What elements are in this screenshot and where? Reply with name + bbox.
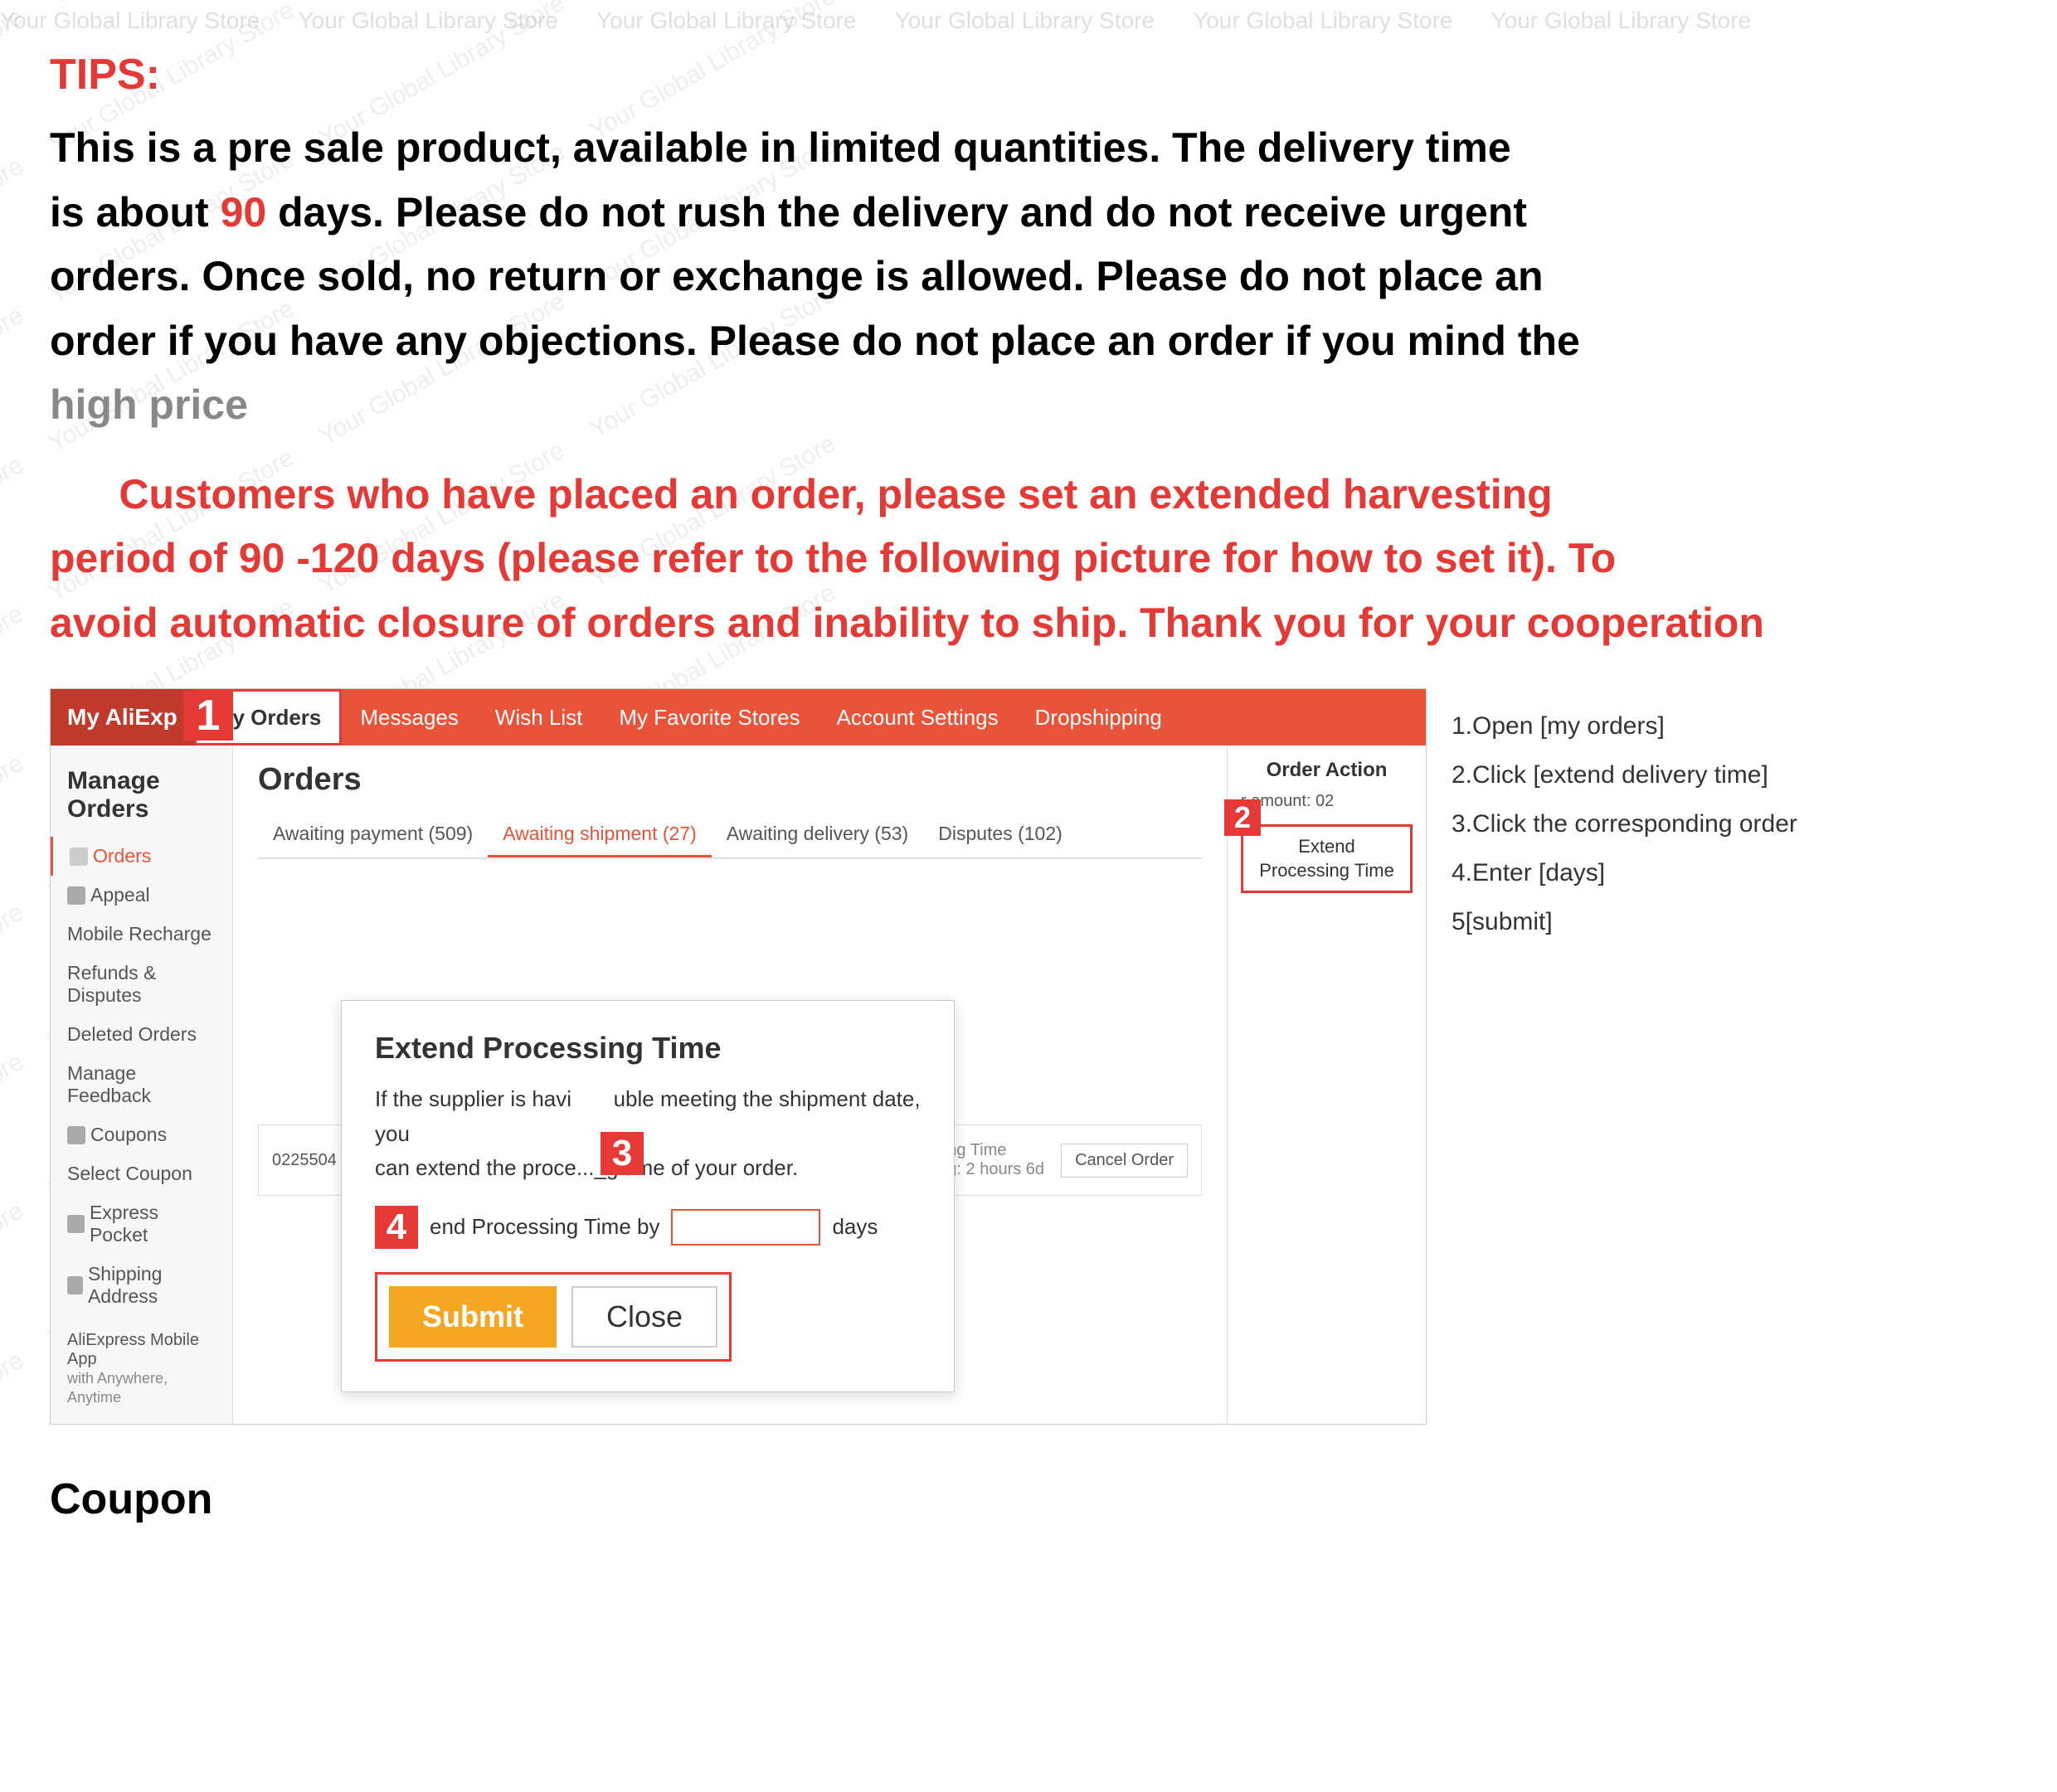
instructions-panel: 1.Open [my orders] 2.Click [extend deliv… bbox=[1427, 688, 2007, 1425]
tips-section: TIPS: This is a pre sale product, availa… bbox=[50, 50, 2007, 438]
mobile-app-label: AliExpress Mobile App with Anywhere, Any… bbox=[51, 1323, 232, 1416]
tips-label: TIPS: bbox=[50, 50, 2007, 100]
notice-text: Customers who have placed an order, plea… bbox=[50, 463, 2007, 656]
nav-bar: My AliExp My Orders Messages Wish List M… bbox=[51, 689, 1426, 745]
extend-processing-time-button[interactable]: Extend Processing Time bbox=[1241, 824, 1413, 893]
nav-brand: My AliExp bbox=[51, 689, 194, 745]
sidebar-title: Manage Orders bbox=[51, 754, 232, 837]
coupon-label: Coupon bbox=[50, 1474, 2007, 1524]
orders-layout: Manage Orders Orders Appeal Mobile Recha… bbox=[51, 745, 1426, 1424]
sidebar-item-express-pocket[interactable]: Express Pocket bbox=[51, 1193, 232, 1255]
address-icon bbox=[67, 1276, 83, 1294]
submit-button[interactable]: Submit bbox=[389, 1286, 557, 1348]
tab-awaiting-delivery[interactable]: Awaiting delivery (53) bbox=[712, 813, 923, 857]
close-button[interactable]: Close bbox=[571, 1286, 717, 1348]
order-tabs: Awaiting payment (509) Awaiting shipment… bbox=[258, 813, 1202, 859]
sidebar-item-orders[interactable]: Orders bbox=[51, 837, 232, 876]
notice-section: Customers who have placed an order, plea… bbox=[50, 463, 2007, 656]
nav-item-wishlist[interactable]: Wish List bbox=[477, 689, 601, 745]
step-4-badge: 4 bbox=[375, 1206, 418, 1249]
days-label: days bbox=[832, 1214, 878, 1240]
orders-icon bbox=[70, 847, 88, 866]
extend-days-input[interactable] bbox=[671, 1209, 820, 1246]
dialog-buttons: Submit Close bbox=[375, 1272, 732, 1362]
sidebar-item-deleted-orders[interactable]: Deleted Orders bbox=[51, 1015, 232, 1054]
sidebar-item-refunds[interactable]: Refunds & Disputes bbox=[51, 954, 232, 1015]
instruction-1: 1.Open [my orders] bbox=[1452, 705, 1982, 747]
tips-body: This is a pre sale product, available in… bbox=[50, 116, 2007, 438]
screenshot-area: 1 My AliExp My Orders Messages Wish List… bbox=[50, 688, 2007, 1425]
nav-item-messages[interactable]: Messages bbox=[342, 689, 477, 745]
sidebar-item-select-coupon[interactable]: Select Coupon bbox=[51, 1154, 232, 1193]
input-prefix-label: end Processing Time by bbox=[430, 1214, 659, 1240]
dialog-input-row: 4 end Processing Time by days bbox=[375, 1206, 921, 1249]
extend-dialog: 3 Extend Processing Time If the supplier… bbox=[341, 1000, 955, 1392]
sidebar-item-shipping-address[interactable]: Shipping Address bbox=[51, 1255, 232, 1316]
instruction-2: 2.Click [extend delivery time] bbox=[1452, 754, 1982, 796]
nav-item-favorite-stores[interactable]: My Favorite Stores bbox=[601, 689, 818, 745]
sidebar-item-coupons[interactable]: Coupons bbox=[51, 1115, 232, 1154]
sidebar: Manage Orders Orders Appeal Mobile Recha… bbox=[51, 745, 233, 1424]
order-amount-label: r amount: 02 bbox=[1241, 792, 1413, 811]
appeal-icon bbox=[67, 886, 85, 905]
dialog-body: If the supplier is havi uble meeting the… bbox=[375, 1082, 921, 1186]
tab-disputes[interactable]: Disputes (102) bbox=[923, 813, 1077, 857]
tab-awaiting-shipment[interactable]: Awaiting shipment (27) bbox=[488, 813, 712, 857]
tab-awaiting-payment[interactable]: Awaiting payment (509) bbox=[258, 813, 488, 857]
step-2-badge: 2 bbox=[1224, 799, 1261, 836]
coupons-icon bbox=[67, 1126, 85, 1144]
tips-highprice: high price bbox=[50, 381, 248, 428]
orders-title: Orders bbox=[258, 762, 1202, 798]
step-3-badge: 3 bbox=[601, 1132, 644, 1175]
dialog-title: Extend Processing Time bbox=[375, 1031, 921, 1066]
instruction-5: 5[submit] bbox=[1452, 901, 1982, 943]
sidebar-item-mobile-recharge[interactable]: Mobile Recharge bbox=[51, 915, 232, 954]
notice-line1: Customers who have placed an order, plea… bbox=[50, 471, 1764, 646]
instruction-3: 3.Click the corresponding order bbox=[1452, 803, 1982, 845]
dialog-body-line1: If the supplier is havi uble meeting the… bbox=[375, 1086, 921, 1180]
sidebar-item-appeal[interactable]: Appeal bbox=[51, 876, 232, 915]
cancel-order-button[interactable]: Cancel Order bbox=[1061, 1144, 1188, 1178]
tips-highlight-number: 90 bbox=[221, 189, 267, 236]
order-action-title: Order Action bbox=[1241, 759, 1413, 782]
sidebar-item-feedback[interactable]: Manage Feedback bbox=[51, 1054, 232, 1115]
instruction-4: 4.Enter [days] bbox=[1452, 852, 1982, 894]
order-action-panel: Order Action r amount: 02 2 Extend Proce… bbox=[1227, 745, 1426, 1424]
tips-line2: days. Please do not rush the delivery an… bbox=[50, 189, 1580, 364]
nav-wrapper: 1 My AliExp My Orders Messages Wish List… bbox=[51, 689, 1426, 745]
pocket-icon bbox=[67, 1215, 85, 1233]
nav-item-dropshipping[interactable]: Dropshipping bbox=[1017, 689, 1180, 745]
step-1-badge: 1 bbox=[183, 691, 233, 741]
orders-main: Orders Awaiting payment (509) Awaiting s… bbox=[233, 745, 1227, 1424]
aliexpress-ui: 1 My AliExp My Orders Messages Wish List… bbox=[50, 688, 1427, 1425]
extend-processing-btn-wrapper: 2 Extend Processing Time bbox=[1241, 824, 1413, 893]
nav-item-account-settings[interactable]: Account Settings bbox=[819, 689, 1017, 745]
